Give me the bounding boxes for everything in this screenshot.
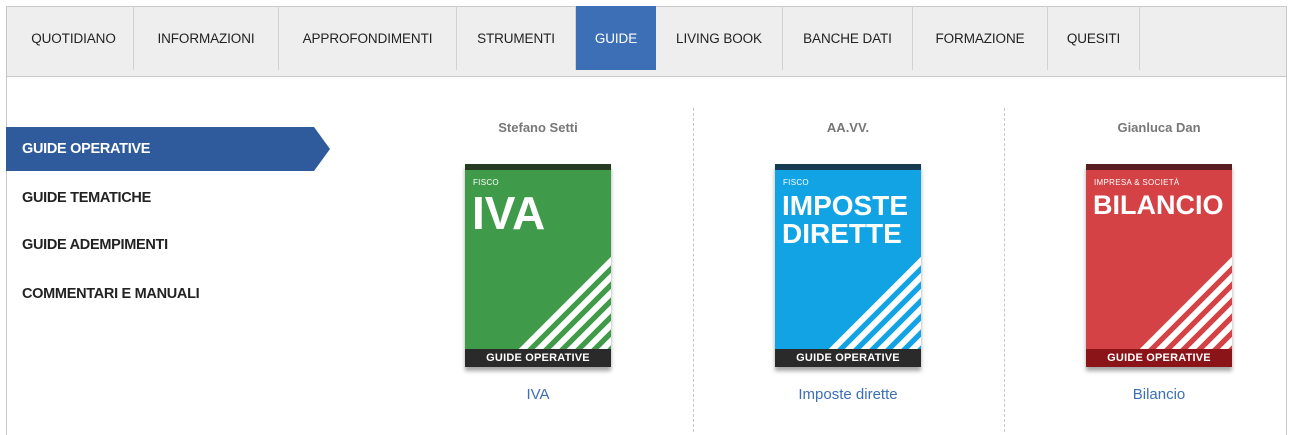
book-cover[interactable]: FISCO IVA GUIDE OPERATIVE (465, 164, 611, 367)
column-divider (1004, 108, 1005, 432)
nav-item-strumenti[interactable]: STRUMENTI (457, 6, 576, 70)
cover-title: IVA (472, 190, 545, 236)
book-author: AA.VV. (826, 120, 870, 135)
nav-item-banche-dati[interactable]: BANCHE DATI (783, 6, 913, 70)
cover-top-bar (1086, 164, 1232, 170)
cover-title: BILANCIO (1093, 192, 1224, 219)
cover-kicker: IMPRESA & SOCIETÀ (1094, 178, 1180, 187)
cover-title-line: IVA (472, 187, 546, 239)
cover-title-line: IMPOSTE (782, 190, 909, 221)
sidebar-item-guide-adempimenti[interactable]: GUIDE ADEMPIMENTI (6, 223, 330, 267)
cover-title-line: BILANCIO (1093, 190, 1224, 220)
cover-stripes-graphic (502, 256, 611, 367)
book-cover[interactable]: FISCO IMPOSTE DIRETTE GUIDE OPERATIVE (775, 164, 921, 367)
cover-kicker: FISCO (473, 178, 499, 187)
cover-stripes-graphic (812, 256, 921, 367)
cover-series-label: GUIDE OPERATIVE (465, 349, 611, 367)
nav-item-guide[interactable]: GUIDE (576, 6, 656, 70)
nav-item-living-book[interactable]: LIVING BOOK (656, 6, 783, 70)
sidebar-item-guide-operative[interactable]: GUIDE OPERATIVE (6, 127, 330, 171)
cover-top-bar (465, 164, 611, 170)
nav-item-formazione[interactable]: FORMAZIONE (913, 6, 1048, 70)
cover-kicker: FISCO (783, 178, 809, 187)
book-author: Gianluca Dan (1117, 120, 1201, 135)
book-title-link[interactable]: Imposte dirette (763, 386, 933, 403)
book-cover[interactable]: IMPRESA & SOCIETÀ BILANCIO GUIDE OPERATI… (1086, 164, 1232, 367)
sidebar-item-commentari-manuali[interactable]: COMMENTARI E MANUALI (6, 272, 330, 316)
nav-item-approfondimenti[interactable]: APPROFONDIMENTI (279, 6, 457, 70)
cover-series-label: GUIDE OPERATIVE (1086, 349, 1232, 367)
book-title-link[interactable]: Bilancio (1074, 386, 1244, 403)
nav-item-quesiti[interactable]: QUESITI (1048, 6, 1140, 70)
cover-stripes-graphic (1123, 256, 1232, 367)
cover-series-label: GUIDE OPERATIVE (775, 349, 921, 367)
book-title-link[interactable]: IVA (453, 386, 623, 403)
cover-top-bar (775, 164, 921, 170)
nav-item-informazioni[interactable]: INFORMAZIONI (134, 6, 279, 70)
column-divider (693, 108, 694, 432)
sidebar-item-guide-tematiche[interactable]: GUIDE TEMATICHE (6, 176, 330, 220)
nav-item-quotidiano[interactable]: QUOTIDIANO (14, 6, 134, 70)
book-author: Stefano Setti (498, 120, 578, 135)
